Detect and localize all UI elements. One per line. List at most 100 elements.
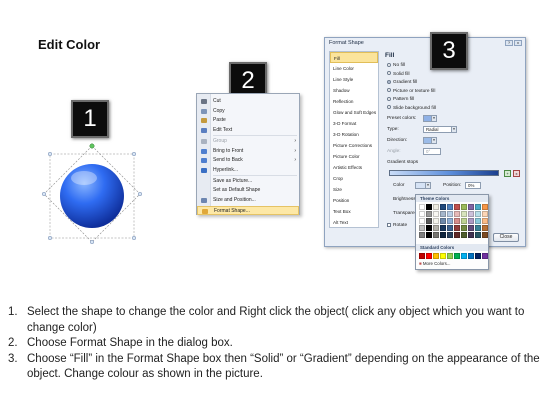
color-swatch[interactable] (454, 225, 460, 231)
close-icon[interactable]: x (514, 40, 522, 46)
color-swatch[interactable] (426, 204, 432, 210)
radio-slide-background-fill[interactable]: Slide background fill (387, 105, 436, 113)
color-swatch[interactable] (426, 225, 432, 231)
color-swatch[interactable] (433, 211, 439, 217)
category-picture-color[interactable]: Picture Color (330, 151, 378, 162)
color-swatch[interactable] (461, 218, 467, 224)
radio-solid-fill[interactable]: Solid fill (387, 71, 410, 79)
color-swatch[interactable] (426, 232, 432, 238)
category-artistic-effects[interactable]: Artistic Effects (330, 162, 378, 173)
color-swatch[interactable] (482, 225, 488, 231)
menu-item-save-as-picture[interactable]: Save as Picture... (197, 177, 299, 186)
color-swatch[interactable] (419, 253, 425, 259)
category-alt-text[interactable]: Alt Text (330, 217, 378, 228)
color-swatch[interactable] (426, 253, 432, 259)
direction-dropdown[interactable]: ▾ (423, 137, 437, 144)
color-swatch[interactable] (419, 204, 425, 210)
color-swatch[interactable] (440, 204, 446, 210)
color-swatch[interactable] (447, 253, 453, 259)
category-glow-and-soft-edges[interactable]: Glow and Soft Edges (330, 107, 378, 118)
menu-item-hyperlink[interactable]: Hyperlink... (197, 166, 299, 175)
color-picker-button[interactable]: ▾ (415, 182, 431, 189)
menu-item-set-as-default-shape[interactable]: Set as Default Shape (197, 186, 299, 195)
category-line-style[interactable]: Line Style (330, 74, 378, 85)
gradient-stops-bar[interactable] (389, 170, 499, 176)
rotate-with-shape-checkbox[interactable]: Rotate (387, 222, 407, 230)
category-text-box[interactable]: Text Box (330, 206, 378, 217)
category-3-d-format[interactable]: 3-D Format (330, 118, 378, 129)
close-button[interactable]: Close (493, 233, 519, 242)
menu-item-size-and-position[interactable]: Size and Position... (197, 196, 299, 205)
color-swatch[interactable] (447, 225, 453, 231)
color-swatch[interactable] (419, 225, 425, 231)
color-swatch[interactable] (440, 253, 446, 259)
category-shadow[interactable]: Shadow (330, 85, 378, 96)
color-swatch[interactable] (419, 211, 425, 217)
color-swatch[interactable] (461, 204, 467, 210)
menu-item-cut[interactable]: Cut (197, 97, 299, 106)
radio-pattern-fill[interactable]: Pattern fill (387, 96, 414, 104)
color-swatch[interactable] (461, 211, 467, 217)
color-swatch[interactable] (468, 211, 474, 217)
help-button[interactable]: ? (505, 40, 513, 46)
color-swatch[interactable] (440, 218, 446, 224)
color-swatch[interactable] (461, 232, 467, 238)
color-swatch[interactable] (440, 211, 446, 217)
color-swatch[interactable] (475, 204, 481, 210)
color-swatch[interactable] (447, 204, 453, 210)
color-swatch[interactable] (482, 204, 488, 210)
color-swatch[interactable] (461, 253, 467, 259)
menu-item-format-shape[interactable]: Format Shape... (197, 205, 299, 215)
color-swatch[interactable] (454, 218, 460, 224)
color-swatch[interactable] (482, 218, 488, 224)
category-crop[interactable]: Crop (330, 173, 378, 184)
color-swatch[interactable] (475, 211, 481, 217)
color-swatch[interactable] (440, 232, 446, 238)
radio-gradient-fill[interactable]: Gradient fill (387, 79, 417, 87)
color-swatch[interactable] (419, 218, 425, 224)
menu-item-edit-text[interactable]: Edit Text (197, 126, 299, 135)
menu-item-send-to-back[interactable]: Send to Back › (197, 156, 299, 165)
color-swatch[interactable] (468, 253, 474, 259)
color-swatch[interactable] (482, 232, 488, 238)
menu-item-bring-to-front[interactable]: Bring to Front › (197, 147, 299, 156)
color-swatch[interactable] (433, 232, 439, 238)
color-swatch[interactable] (426, 211, 432, 217)
color-swatch[interactable] (447, 218, 453, 224)
color-swatch[interactable] (454, 232, 460, 238)
more-colors-link[interactable]: ■ More Colors... (419, 261, 450, 267)
selected-circle-shape[interactable] (40, 140, 145, 245)
position-field[interactable]: 0% (465, 182, 481, 189)
color-swatch[interactable] (468, 225, 474, 231)
remove-stop-button[interactable]: x (513, 170, 520, 177)
color-swatch[interactable] (454, 204, 460, 210)
menu-item-copy[interactable]: Copy (197, 107, 299, 116)
category-size[interactable]: Size (330, 184, 378, 195)
color-swatch[interactable] (454, 253, 460, 259)
add-stop-button[interactable]: + (504, 170, 511, 177)
color-swatch[interactable] (447, 211, 453, 217)
color-swatch[interactable] (433, 218, 439, 224)
color-swatch[interactable] (461, 225, 467, 231)
menu-item-group[interactable]: Group › (197, 137, 299, 146)
category-position[interactable]: Position (330, 195, 378, 206)
radio-picture-or-texture-fill[interactable]: Picture or texture fill (387, 88, 435, 96)
category-line-color[interactable]: Line Color (330, 63, 378, 74)
color-swatch[interactable] (433, 253, 439, 259)
angle-field[interactable]: 0° (423, 148, 441, 155)
color-swatch[interactable] (419, 232, 425, 238)
color-swatch[interactable] (475, 253, 481, 259)
color-swatch[interactable] (475, 218, 481, 224)
color-swatch[interactable] (440, 225, 446, 231)
color-swatch[interactable] (468, 232, 474, 238)
category-3-d-rotation[interactable]: 3-D Rotation (330, 129, 378, 140)
radio-no-fill[interactable]: No fill (387, 62, 405, 70)
color-swatch[interactable] (475, 232, 481, 238)
type-dropdown[interactable]: Radial ▾ (423, 126, 457, 133)
color-swatch[interactable] (475, 225, 481, 231)
color-swatch[interactable] (482, 211, 488, 217)
preset-colors-dropdown[interactable]: ▾ (423, 115, 437, 122)
category-reflection[interactable]: Reflection (330, 96, 378, 107)
color-swatch[interactable] (447, 232, 453, 238)
color-swatch[interactable] (454, 211, 460, 217)
